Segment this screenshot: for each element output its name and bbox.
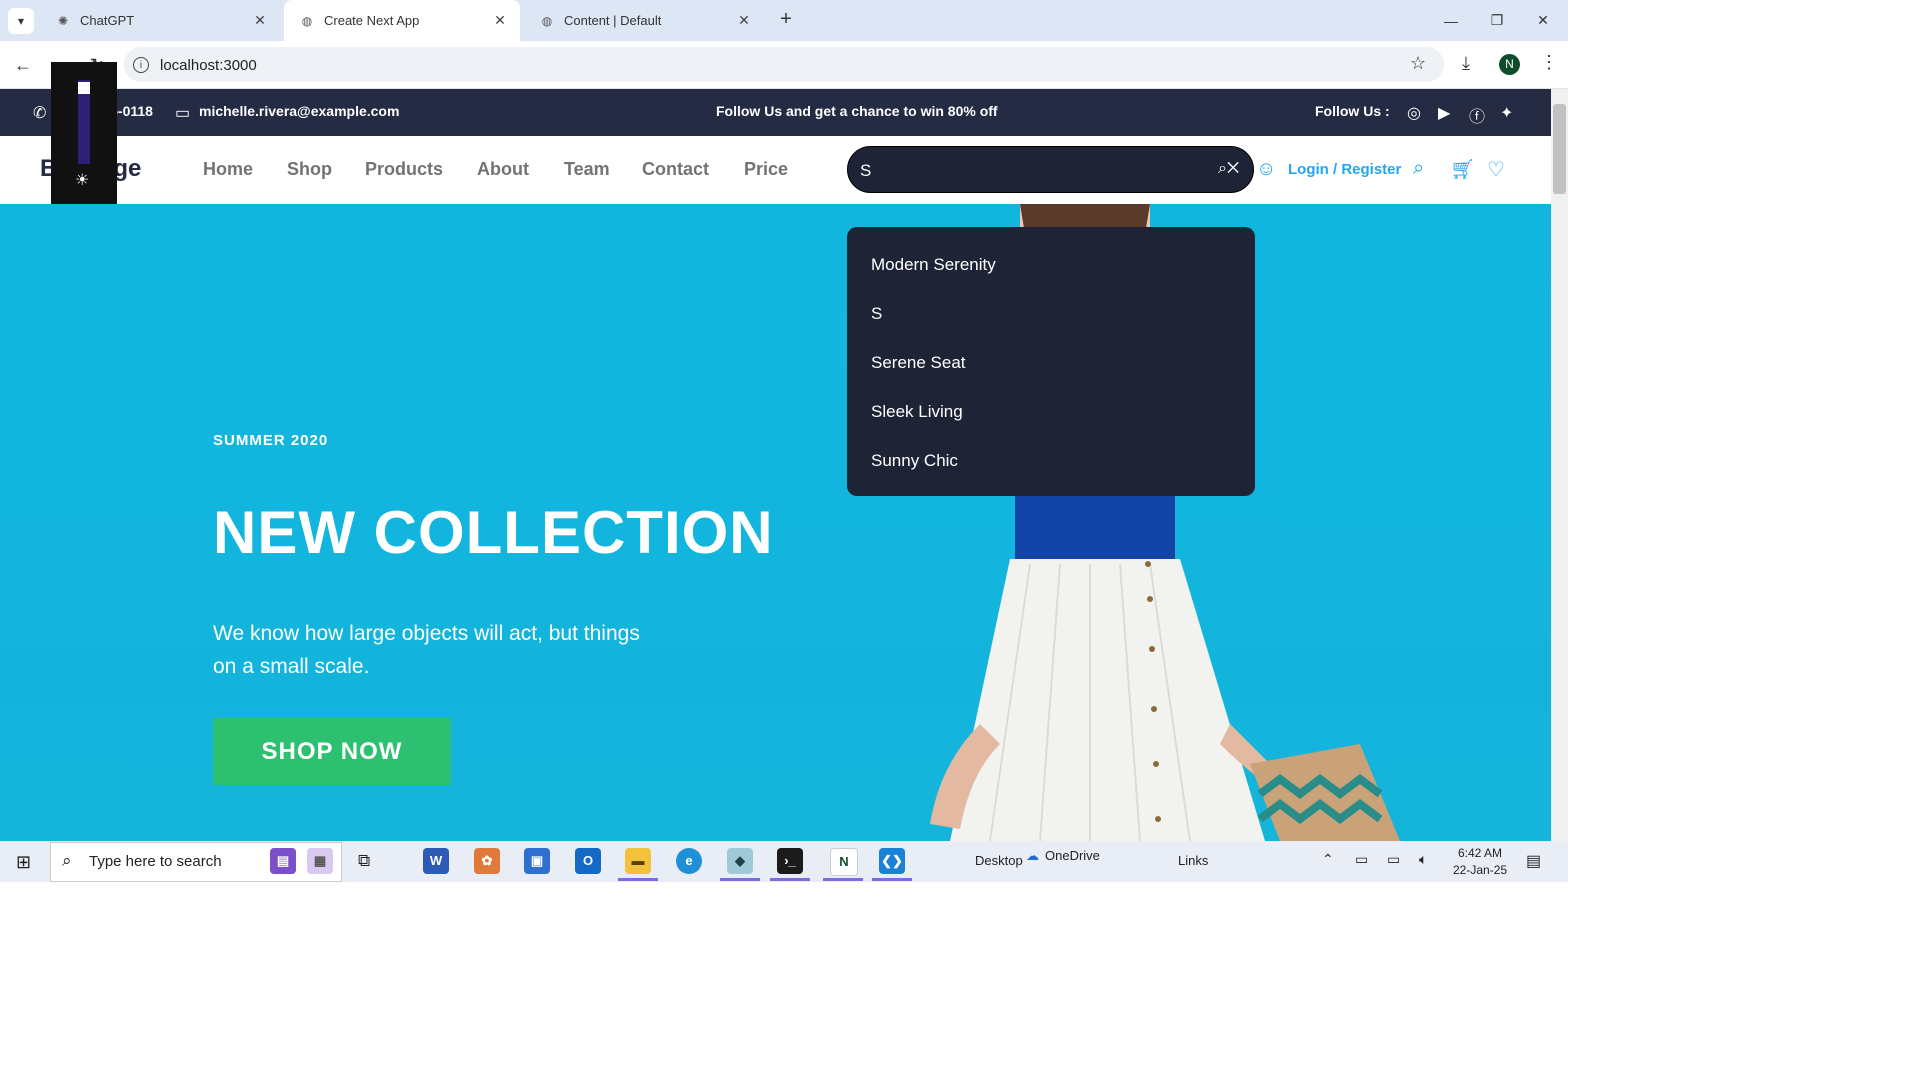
minimize-icon[interactable]: — — [1428, 0, 1474, 41]
contact-email: michelle.rivera@example.com — [199, 103, 400, 119]
nav-contact[interactable]: Contact — [642, 159, 709, 180]
close-tab-icon[interactable]: ✕ — [250, 12, 270, 29]
edge-icon[interactable]: e — [676, 848, 702, 874]
tab-search-dropdown-icon[interactable]: ▾ — [8, 8, 34, 34]
windows-start-icon[interactable]: ⊞ — [16, 852, 31, 873]
url-text[interactable]: localhost:3000 — [160, 57, 257, 74]
nav-about[interactable]: About — [477, 159, 529, 180]
search-result-item[interactable]: Sunny Chic — [871, 451, 958, 471]
follow-us-label: Follow Us : — [1315, 103, 1390, 119]
phone-icon: ✆ — [33, 105, 47, 122]
search-icon: ⌕ — [62, 851, 72, 870]
nav-team[interactable]: Team — [564, 159, 610, 180]
app-running-indicator — [618, 878, 658, 881]
hero-eyebrow: SUMMER 2020 — [213, 432, 329, 449]
app-running-indicator — [720, 878, 760, 881]
search-input[interactable] — [858, 156, 1202, 186]
instagram-icon[interactable]: ◎ — [1407, 103, 1421, 123]
openai-icon: ✺ — [57, 13, 69, 28]
profile-avatar[interactable]: N — [1499, 54, 1520, 75]
tab-create-next-app[interactable]: ◍ Create Next App ✕ — [284, 0, 520, 41]
hero-subtitle: We know how large objects will act, but … — [213, 622, 640, 678]
vscode-icon[interactable]: ❮❯ — [879, 848, 905, 874]
tab-label: Create Next App — [324, 13, 420, 28]
search-result-item[interactable]: Sleek Living — [871, 402, 963, 422]
chrome-profile-icon[interactable]: N — [830, 848, 858, 876]
user-icon[interactable]: ☺ — [1256, 158, 1276, 181]
desktop-toolbar-label[interactable]: Desktop — [975, 853, 1023, 868]
restore-icon[interactable]: ❐ — [1474, 0, 1520, 41]
taskbar-search-placeholder[interactable]: Type here to search — [89, 853, 222, 870]
shop-now-button[interactable]: SHOP NOW — [213, 718, 451, 785]
download-icon[interactable]: ⤓ — [1462, 53, 1470, 74]
scrollbar-thumb[interactable] — [1553, 104, 1566, 194]
search-result-item[interactable]: Serene Seat — [871, 353, 966, 373]
search-result-item[interactable]: Modern Serenity — [871, 255, 996, 275]
tab-label: ChatGPT — [80, 13, 135, 28]
globe-icon: ◍ — [541, 13, 553, 28]
onedrive-icon: ☁ — [1026, 848, 1039, 863]
new-tab-button[interactable]: + — [774, 8, 798, 32]
message-icon: ▭ — [175, 105, 191, 122]
close-tab-icon[interactable]: ✕ — [734, 12, 754, 29]
nav-home[interactable]: Home — [203, 159, 253, 180]
volume-icon[interactable]: 🔈︎ — [1419, 851, 1427, 868]
onedrive-label[interactable]: OneDrive — [1045, 848, 1100, 863]
back-icon[interactable]: ← — [12, 54, 34, 76]
sun-icon[interactable]: ☀ — [75, 170, 89, 190]
close-window-icon[interactable]: ✕ — [1520, 0, 1566, 41]
app-running-indicator — [770, 878, 810, 881]
bookmark-star-icon[interactable]: ☆ — [1410, 53, 1426, 74]
app-running-indicator — [823, 878, 863, 881]
system-clock[interactable]: 6:42 AM 22-Jan-25 — [1453, 845, 1507, 879]
close-tab-icon[interactable]: ✕ — [490, 12, 510, 29]
clock-date: 22-Jan-25 — [1453, 863, 1508, 877]
browser-menu-icon[interactable]: ⋮ — [1540, 52, 1558, 73]
nav-price[interactable]: Price — [744, 159, 788, 180]
clock-time: 6:42 AM — [1458, 846, 1503, 860]
nav-shop[interactable]: Shop — [287, 159, 332, 180]
cart-icon[interactable]: 🛒︎ — [1450, 157, 1475, 182]
clapper-app-icon[interactable]: ▤ — [270, 848, 296, 874]
omnibox[interactable] — [124, 47, 1444, 82]
page-scrollbar[interactable] — [1551, 89, 1568, 841]
login-register-link[interactable]: Login / Register — [1288, 161, 1401, 178]
task-view-icon[interactable]: ⧉ — [358, 851, 370, 871]
search-clear-icon[interactable]: ⌕✕ — [1218, 160, 1239, 178]
file-explorer-icon[interactable]: ▬ — [625, 848, 651, 874]
app-running-indicator — [872, 878, 912, 881]
store-icon[interactable]: ▣ — [524, 848, 550, 874]
device-icon[interactable]: ▭ — [1355, 851, 1368, 868]
tab-content-default[interactable]: ◍ Content | Default ✕ — [524, 0, 764, 41]
search-icon[interactable]: ⌕ — [1413, 157, 1424, 180]
links-toolbar-label[interactable]: Links — [1178, 853, 1208, 868]
terminal-icon[interactable]: ›_ — [777, 848, 803, 874]
heart-icon[interactable]: ♡ — [1487, 157, 1505, 182]
site-info-icon[interactable]: i — [133, 57, 149, 73]
twitter-icon[interactable]: ✦ — [1500, 103, 1513, 123]
nav-products[interactable]: Products — [365, 159, 443, 180]
hero-title: NEW COLLECTION — [213, 499, 774, 566]
globe-icon: ◍ — [301, 13, 313, 28]
show-hidden-icons[interactable]: ⌃ — [1322, 851, 1334, 868]
word-icon[interactable]: W — [423, 848, 449, 874]
tab-chatgpt[interactable]: ✺ ChatGPT ✕ — [40, 0, 280, 41]
tab-label: Content | Default — [564, 13, 662, 28]
notifications-icon[interactable]: ▤ — [1526, 851, 1541, 871]
theme-slider-handle[interactable] — [78, 82, 90, 94]
battery-icon[interactable]: ▭ — [1387, 851, 1400, 868]
search-result-item[interactable]: S — [871, 304, 882, 324]
notes-app-icon[interactable]: ▦ — [307, 848, 333, 874]
promo-text: Follow Us and get a chance to win 80% of… — [716, 103, 998, 119]
youtube-icon[interactable]: ▶ — [1438, 103, 1450, 123]
facebook-icon[interactable]: ⓕ — [1469, 103, 1485, 127]
app-icon[interactable]: ◆ — [727, 848, 753, 874]
copilot-icon[interactable]: ✿ — [474, 848, 500, 874]
outlook-icon[interactable]: O — [575, 848, 601, 874]
